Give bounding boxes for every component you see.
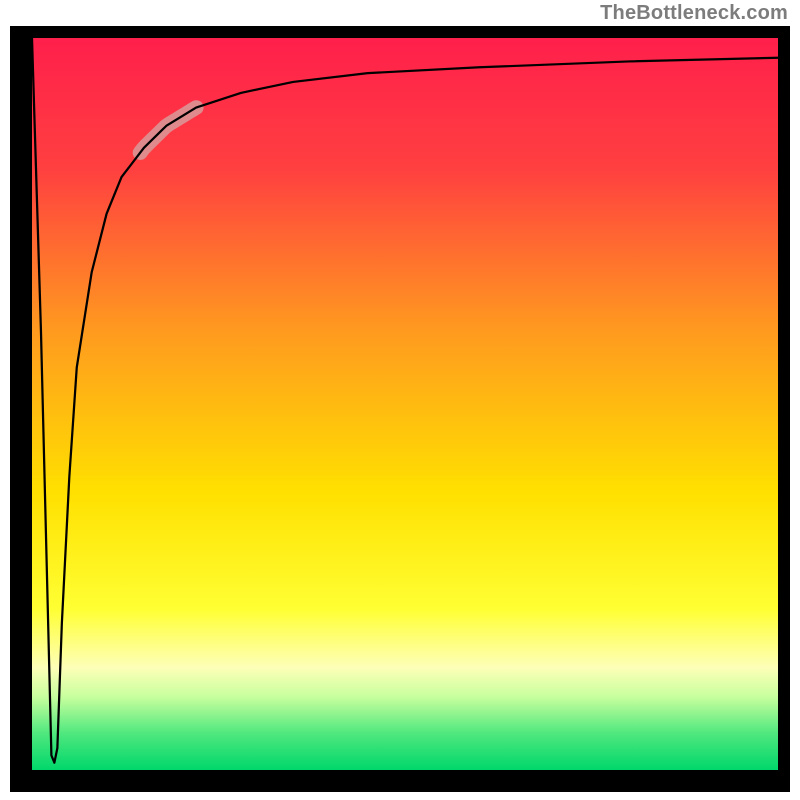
attribution-watermark: TheBottleneck.com xyxy=(600,2,788,25)
plot-frame xyxy=(10,26,790,792)
curve-highlight-segment xyxy=(140,108,196,153)
bottleneck-curve xyxy=(32,38,778,763)
plot-area xyxy=(32,38,778,770)
chart-stage: TheBottleneck.com xyxy=(0,0,800,800)
curve-layer xyxy=(32,38,778,770)
